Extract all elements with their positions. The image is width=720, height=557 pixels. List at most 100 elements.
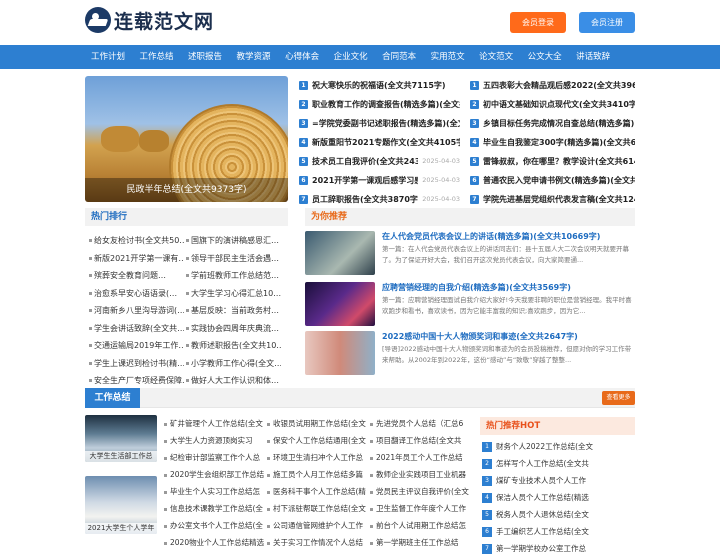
article-link[interactable]: =学院党委副书记述职报告(精选多篇)(全文共: [312, 119, 460, 128]
article-link[interactable]: 乡镇目标任务完成情况自查总结(精选多篇): [483, 119, 634, 128]
list-item[interactable]: 纪检审计部监察工作个人总: [164, 449, 267, 466]
list-item[interactable]: 2 初中语文基础知识点现代文(全文共3410字): [470, 95, 635, 114]
nav-item[interactable]: 述职报告: [188, 45, 222, 69]
list-item[interactable]: 毕业生个人实习工作总结怎: [164, 483, 267, 500]
list-item[interactable]: 交通运输局2019年工作…: [89, 337, 184, 355]
article-link[interactable]: 员工辞职报告(全文共3870字): [312, 195, 422, 204]
article-link[interactable]: 普通农民入党申请书例文(精选多篇)(全文共: [483, 176, 635, 185]
nav-item[interactable]: 实用范文: [431, 45, 465, 69]
list-item[interactable]: 殡葬安全教育问题…: [89, 267, 184, 285]
list-item[interactable]: 先进党员个人总结（汇总6: [370, 415, 473, 432]
nav-item[interactable]: 合同范本: [382, 45, 416, 69]
recommend-item[interactable]: 2022感动中国十大人物颁奖词和事迹(全文共2647字) [导语]2022感动中…: [305, 331, 635, 386]
list-item[interactable]: 1 财务个人2022工作总结(全文: [480, 438, 635, 455]
article-link[interactable]: 税务人员个人退休总结(全文: [496, 510, 589, 519]
list-item[interactable]: 公司通信管网维护个人工作: [267, 517, 370, 534]
list-item[interactable]: 6 手工编织艺人工作总结(全文: [480, 523, 635, 540]
nav-item[interactable]: 工作总结: [140, 45, 174, 69]
list-item[interactable]: 2020物业个人工作总结精选: [164, 534, 267, 551]
article-link[interactable]: 祝大寒快乐的祝福语(全文共7115字): [312, 81, 446, 90]
list-item[interactable]: 党员民主评议自我评价(全文: [370, 483, 473, 500]
list-item[interactable]: 7 学院先进基层党组织代表发言稿(全文共1240: [470, 190, 635, 209]
list-item[interactable]: 学生会讲话致辞(全文共…: [89, 320, 184, 338]
list-item[interactable]: 大学生人力资源顶岗实习: [164, 432, 267, 449]
list-item[interactable]: 环境卫生清扫冲个人工作总: [267, 449, 370, 466]
list-item[interactable]: 1 五四表彰大会精品观后感2022(全文共3960: [470, 76, 635, 95]
article-link[interactable]: 煤矿专业技术人员个人工作: [496, 476, 586, 485]
list-item[interactable]: 6 普通农民入党申请书例文(精选多篇)(全文共: [470, 171, 635, 190]
list-item[interactable]: 学生上课迟到检讨书(精…: [89, 355, 184, 373]
article-link[interactable]: 学院先进基层党组织代表发言稿(全文共1240: [483, 195, 635, 204]
article-thumbnail[interactable]: [305, 231, 375, 275]
summary-thumbnail[interactable]: 2021大学生个人学年: [85, 476, 157, 534]
article-link[interactable]: 怎样写个人工作总结(全文共: [496, 459, 589, 468]
article-link[interactable]: 第一学期学校办公室工作总: [496, 544, 586, 553]
article-link[interactable]: 财务个人2022工作总结(全文: [496, 442, 593, 451]
article-link[interactable]: 职业教育工作的调查报告(精选多篇)(全文共: [312, 100, 460, 109]
thumbnail-caption[interactable]: 2021大学生个人学年: [85, 523, 157, 534]
list-item[interactable]: 2 职业教育工作的调查报告(精选多篇)(全文共: [299, 95, 460, 114]
recommend-title[interactable]: 2022感动中国十大人物颁奖词和事迹(全文共2647字): [382, 331, 578, 342]
article-link[interactable]: 保洁人员个人工作总结(精选: [496, 493, 589, 502]
list-item[interactable]: 4 新版重阳节2021专题作文(全文共4105字): [299, 133, 460, 152]
list-item[interactable]: 村下派驻帮联工作总结(全文: [267, 500, 370, 517]
list-item[interactable]: 6 2021开学第一课观后感学习感悟多篇(全文共 2025-04-03: [299, 171, 460, 190]
list-item[interactable]: 信息技术课教学工作总结(全: [164, 500, 267, 517]
list-item[interactable]: 治愈系早安心语语录(…: [89, 285, 184, 303]
list-item[interactable]: 3 =学院党委副书记述职报告(精选多篇)(全文共: [299, 114, 460, 133]
list-item[interactable]: 前台个人试用期工作总结怎: [370, 517, 473, 534]
list-item[interactable]: 新版2021开学第一课有…: [89, 250, 184, 268]
nav-item[interactable]: 工作计划: [91, 45, 125, 69]
summary-thumbnail[interactable]: 大学生生活部工作总: [85, 415, 157, 462]
article-link[interactable]: 五四表彰大会精品观后感2022(全文共3960: [483, 81, 635, 90]
nav-item[interactable]: 讲话致辞: [576, 45, 610, 69]
list-item[interactable]: 安全生产厂专项经费保障…: [89, 372, 184, 390]
list-item[interactable]: 关于实习工作情况个人总结: [267, 534, 370, 551]
list-item[interactable]: 1 祝大寒快乐的祝福语(全文共7115字): [299, 76, 460, 95]
list-item[interactable]: 医务科干事个人工作总结(精: [267, 483, 370, 500]
list-item[interactable]: 5 技术员工自我评价(全文共2438字) 2025-04-03: [299, 152, 460, 171]
recommend-title[interactable]: 在人代会党员代表会议上的讲话(精选多篇)(全文共10669字): [382, 231, 600, 242]
list-item[interactable]: 施工员个人月工作总结多篇: [267, 466, 370, 483]
list-item[interactable]: 5 雷锋叔叔，你在哪里？教学设计(全文共614: [470, 152, 635, 171]
list-item[interactable]: 领导干部民主生活会遇…: [186, 250, 281, 268]
list-item[interactable]: 第一学期班主任工作总结: [370, 534, 473, 551]
login-button[interactable]: 会员登录: [510, 12, 566, 33]
list-item[interactable]: 给女友检讨书(全文共50…: [89, 232, 184, 250]
list-item[interactable]: 基层反映：当前政务村…: [186, 302, 281, 320]
article-link[interactable]: 毕业生自我鉴定300字(精选多篇)(全文共6571: [483, 138, 635, 147]
nav-item[interactable]: 教学资源: [237, 45, 271, 69]
nav-item[interactable]: 论文范文: [479, 45, 513, 69]
article-link[interactable]: 手工编织艺人工作总结(全文: [496, 527, 589, 536]
list-item[interactable]: 保安个人工作总结通用(全文: [267, 432, 370, 449]
banner-caption[interactable]: 民政半年总结(全文共9373字): [85, 178, 288, 202]
site-logo[interactable]: 连载范文网: [85, 6, 214, 34]
list-item[interactable]: 办公室文书个人工作总结(全: [164, 517, 267, 534]
work-summary-heading[interactable]: 工作总结: [85, 388, 140, 408]
list-item[interactable]: 3 乡镇目标任务完成情况自查总结(精选多篇): [470, 114, 635, 133]
nav-item[interactable]: 公文大全: [528, 45, 562, 69]
list-item[interactable]: 2020学生会组织部工作总结: [164, 466, 267, 483]
article-link[interactable]: 雷锋叔叔，你在哪里？教学设计(全文共614: [483, 157, 635, 166]
list-item[interactable]: 7 员工辞职报告(全文共3870字) 2025-04-03: [299, 190, 460, 209]
recommend-title[interactable]: 应聘营销经理的自我介绍(精选多篇)(全文共3569字): [382, 282, 571, 293]
nav-item[interactable]: 心得体会: [285, 45, 319, 69]
list-item[interactable]: 做好人大工作认识和体…: [186, 372, 281, 390]
list-item[interactable]: 实践协会四周年庆典流…: [186, 320, 281, 338]
nav-item[interactable]: 企业文化: [334, 45, 368, 69]
list-item[interactable]: 小学教师工作心得(全文…: [186, 355, 281, 373]
list-item[interactable]: 大学生学习心得汇总10…: [186, 285, 281, 303]
featured-banner[interactable]: 民政半年总结(全文共9373字): [85, 76, 288, 202]
list-item[interactable]: 5 税务人员个人退休总结(全文: [480, 506, 635, 523]
list-item[interactable]: 卫生监督工作年度个人工作: [370, 500, 473, 517]
list-item[interactable]: 项目翻译工作总结(全文共: [370, 432, 473, 449]
article-link[interactable]: 新版重阳节2021专题作文(全文共4105字): [312, 138, 460, 147]
list-item[interactable]: 4 保洁人员个人工作总结(精选: [480, 489, 635, 506]
article-thumbnail[interactable]: [305, 331, 375, 375]
more-button[interactable]: 查看更多: [602, 391, 635, 405]
list-item[interactable]: 3 煤矿专业技术人员个人工作: [480, 472, 635, 489]
list-item[interactable]: 河南新乡八里沟导游词(…: [89, 302, 184, 320]
list-item[interactable]: 矿井管理个人工作总结(全文: [164, 415, 267, 432]
list-item[interactable]: 教师企业实践项目工业机器: [370, 466, 473, 483]
list-item[interactable]: 4 毕业生自我鉴定300字(精选多篇)(全文共6571: [470, 133, 635, 152]
